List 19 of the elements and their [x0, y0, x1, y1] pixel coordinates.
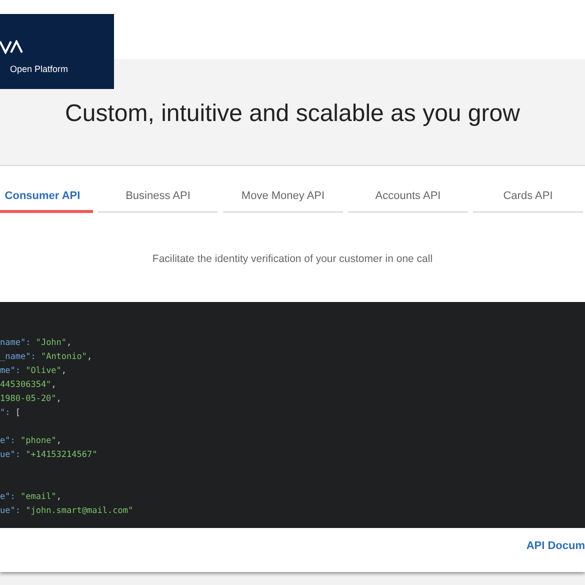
api-tab[interactable]: Cards API: [473, 186, 583, 213]
code-line: e": "phone",: [0, 436, 62, 446]
code-line: me": "Olive",: [0, 366, 67, 376]
code-line: _name": "Antonio",: [0, 352, 92, 362]
code-line: ue": "john.smart@mail.com": [0, 506, 134, 516]
description-text: Facilitate the identity verification of your customer in one call: [151, 253, 434, 265]
code-line: ": [: [0, 408, 20, 418]
code-line: 1980-05-20",: [0, 394, 62, 404]
api-documentation-link[interactable]: API Docum: [526, 540, 585, 552]
logo-caption: Open Platform: [10, 64, 70, 74]
api-tab[interactable]: Accounts API: [348, 186, 468, 213]
code-line: ue": "+14153214567": [0, 450, 98, 460]
code-line: e": "email",: [0, 492, 62, 502]
hero-title: Custom, intuitive and scalable as you grow: [65, 99, 520, 128]
api-tab[interactable]: Business API: [98, 186, 218, 213]
api-tab[interactable]: Consumer API: [0, 186, 93, 213]
code-line: name": "John",: [0, 338, 72, 348]
code-line: 445306354",: [0, 380, 56, 390]
api-tab[interactable]: Move Money API: [223, 186, 343, 213]
